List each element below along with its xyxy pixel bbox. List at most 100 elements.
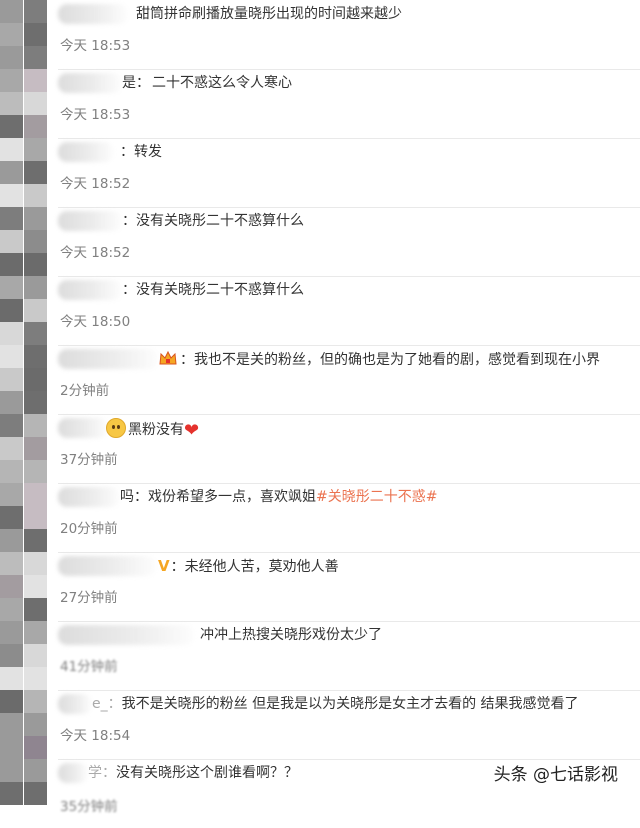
comment-body: ：我也不是关的粉丝，但的确也是为了她看的剧，感觉看到现在小界: [158, 349, 600, 373]
avatar-pixel: [24, 138, 47, 161]
comment-time: 今天 18:53: [60, 107, 131, 123]
vip-crown-icon: [158, 349, 178, 373]
comment-row: ：转发 今天 18:52: [58, 138, 640, 208]
avatar-pixel: [0, 322, 23, 345]
comment-row: ：我也不是关的粉丝，但的确也是为了她看的剧，感觉看到现在小界 2分钟前: [58, 345, 640, 415]
username-blurred[interactable]: [58, 4, 128, 24]
avatar-pixel: [24, 598, 47, 621]
avatar-pixel: [24, 368, 47, 391]
avatar-pixel: [24, 414, 47, 437]
avatar-pixel: [0, 460, 23, 483]
avatar-pixel: [24, 23, 47, 46]
comment-text: 甜筒拼命刷播放量晓彤出现的时间越来越少: [136, 6, 402, 22]
avatar-pixel: [0, 713, 23, 736]
avatar-pixel: [24, 230, 47, 253]
avatar-pixel: [0, 92, 23, 115]
comment-body: V：未经他人苦，莫劝他人善: [158, 556, 339, 577]
comment-text: 戏份希望多一点，喜欢飒姐: [148, 489, 316, 505]
avatar-pixel: [0, 506, 23, 529]
avatar-pixel: [24, 575, 47, 598]
comment-body: 吗：戏份希望多一点，喜欢飒姐#关晓彤二十不惑#: [120, 487, 437, 507]
emoji-face-icon: [106, 418, 126, 438]
avatar-pixel: [24, 552, 47, 575]
avatar-pixel: [0, 230, 23, 253]
comment-text: 冲冲上热搜关晓彤戏份太少了: [200, 627, 382, 643]
avatar-pixel: [0, 138, 23, 161]
avatar-pixel: [24, 46, 47, 69]
avatar-pixel: [24, 713, 47, 736]
username-blurred[interactable]: [58, 556, 156, 576]
avatar-pixel: [24, 644, 47, 667]
comment-body: 学：没有关晓彤这个剧谁看啊？？: [88, 763, 298, 783]
comment-time: 今天 18:53: [60, 38, 131, 54]
avatar-pixel: [0, 782, 23, 805]
avatar-pixel: [24, 391, 47, 414]
username-fragment[interactable]: e_：: [92, 696, 122, 712]
avatar-pixel: [0, 276, 23, 299]
avatar-pixel: [0, 690, 23, 713]
username-blurred[interactable]: [58, 487, 120, 507]
comment-body: ：转发: [120, 142, 162, 162]
avatar-column: [0, 0, 52, 805]
comment-body: ：没有关晓彤二十不惑算什么: [122, 211, 304, 231]
avatar-pixel: [24, 276, 47, 299]
comment-body: ：没有关晓彤二十不惑算什么: [122, 280, 304, 300]
username-fragment[interactable]: ：: [122, 282, 136, 298]
comment-text: 没有关晓彤二十不惑算什么: [136, 213, 304, 229]
username-fragment[interactable]: 吗：: [120, 489, 148, 505]
avatar-pixel: [24, 782, 47, 805]
topic-hashtag-link[interactable]: #关晓彤二十不惑#: [316, 489, 437, 505]
avatar-pixel: [0, 69, 23, 92]
avatar-pixel: [0, 253, 23, 276]
avatar-pixel: [0, 23, 23, 46]
username-fragment[interactable]: ：: [122, 213, 136, 229]
username-blurred[interactable]: [58, 280, 122, 300]
username-blurred[interactable]: [58, 694, 92, 714]
username-blurred[interactable]: [58, 418, 108, 438]
username-fragment[interactable]: ：: [120, 144, 134, 160]
comment-body: 黑粉没有❤: [106, 418, 199, 441]
avatar-pixel: [24, 736, 47, 759]
username-blurred[interactable]: [58, 349, 158, 369]
avatar-pixel: [24, 621, 47, 644]
comment-text: 未经他人苦，莫劝他人善: [184, 559, 339, 575]
username-blurred[interactable]: [58, 625, 194, 645]
avatar-pixel: [24, 460, 47, 483]
comment-row: 甜筒拼命刷播放量晓彤出现的时间越来越少 今天 18:53: [58, 0, 640, 70]
comment-body: 是： 二十不惑这么令人寒心: [122, 75, 292, 91]
avatar-pixel: [0, 759, 23, 782]
comment-row: e_：我不是关晓彤的粉丝 但是我是以为关晓彤是女主才去看的 结果我感觉看了 今天…: [58, 690, 640, 760]
username-fragment[interactable]: 是: [122, 75, 136, 91]
avatar-pixel: [0, 391, 23, 414]
avatar-pixel: [24, 299, 47, 322]
username-blurred[interactable]: [58, 211, 122, 231]
avatar-pixel: [0, 368, 23, 391]
avatar-pixel: [24, 69, 47, 92]
avatar-pixel: [0, 46, 23, 69]
heart-icon: ❤: [184, 420, 200, 441]
comment-row: 是： 二十不惑这么令人寒心 今天 18:53: [58, 69, 640, 139]
avatar-pixel: [0, 437, 23, 460]
avatar-pixel: [24, 161, 47, 184]
username-fragment[interactable]: ：: [180, 352, 194, 368]
avatar-pixel: [24, 253, 47, 276]
username-fragment[interactable]: 学：: [88, 765, 116, 781]
username-blurred[interactable]: [58, 73, 122, 93]
comment-row: 吗：戏份希望多一点，喜欢飒姐#关晓彤二十不惑# 20分钟前: [58, 483, 640, 553]
username-blurred[interactable]: [58, 142, 114, 162]
comment-text: 没有关晓彤二十不惑算什么: [136, 282, 304, 298]
avatar-pixel: [24, 92, 47, 115]
comment-time: 41分钟前: [60, 659, 118, 675]
watermark: 头条 @七话影视: [493, 765, 618, 785]
avatar-pixel: [24, 529, 47, 552]
comment-time: 27分钟前: [60, 590, 118, 606]
comment-text: 转发: [134, 144, 162, 160]
comment-row: 黑粉没有❤ 37分钟前: [58, 414, 640, 484]
avatar-pixel: [24, 506, 47, 529]
username-fragment[interactable]: ：: [171, 559, 185, 575]
avatar-pixel: [24, 690, 47, 713]
username-blurred[interactable]: [58, 763, 88, 783]
comment-row: ：没有关晓彤二十不惑算什么 今天 18:52: [58, 207, 640, 277]
avatar-pixel: [24, 115, 47, 138]
avatar-pixel: [24, 345, 47, 368]
